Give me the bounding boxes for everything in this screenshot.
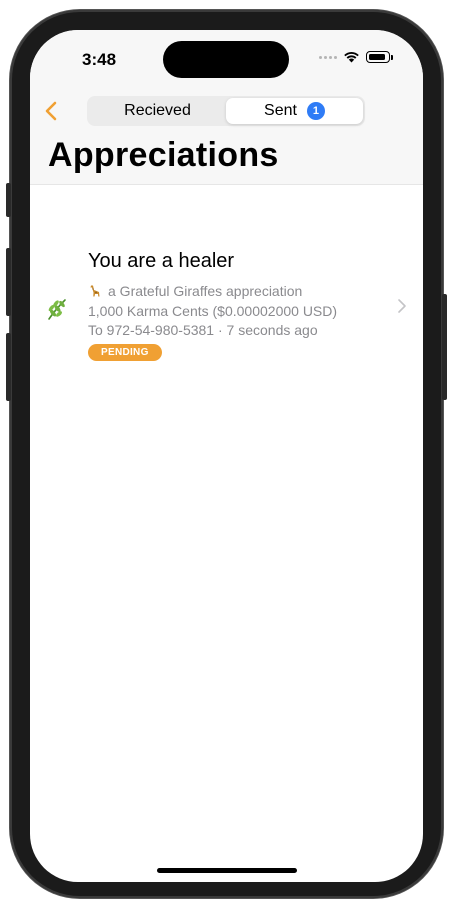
action-button: [6, 183, 11, 217]
battery-cap: [391, 54, 393, 60]
status-badge: PENDING: [88, 344, 162, 361]
screen: 3:48 Recieved Sent 1 Appreciations You a…: [30, 30, 423, 882]
status-time: 3:48: [82, 50, 117, 69]
appreciation-source: a Grateful Giraffes appreciation: [88, 283, 302, 299]
sent-count-badge: 1: [306, 102, 325, 120]
chevron-left-icon: [45, 101, 57, 121]
leaf-icon: [48, 299, 66, 320]
appreciation-list-item[interactable]: You are a healer a Grateful Giraffes app…: [30, 248, 423, 368]
dynamic-island: [163, 41, 289, 78]
appreciation-amount: 1,000 Karma Cents ($0.00002000 USD): [88, 303, 338, 319]
segment-sent[interactable]: Sent 1: [226, 98, 363, 124]
segment-sent-label: Sent: [264, 102, 297, 119]
back-button[interactable]: [40, 98, 62, 124]
chevron-right-icon: [398, 299, 406, 313]
home-indicator[interactable]: [157, 868, 297, 873]
power-button: [442, 294, 447, 400]
battery-icon: [366, 51, 390, 63]
appreciation-recipient: To 972-54-980-5381 · 7 seconds ago: [88, 322, 318, 338]
page-title: Appreciations: [48, 136, 279, 174]
wifi-icon: [344, 52, 359, 63]
appreciation-source-text: a Grateful Giraffes appreciation: [108, 283, 303, 299]
appreciation-title: You are a healer: [88, 250, 235, 272]
volume-up-button: [6, 248, 11, 316]
segment-received-label: Recieved: [124, 102, 191, 119]
navigation-header: 3:48 Recieved Sent 1 Appreciations: [30, 30, 423, 185]
cellular-signal-icon: [319, 55, 337, 59]
segmented-control: Recieved Sent 1: [87, 96, 365, 126]
status-icons: [319, 51, 393, 63]
giraffe-icon: [90, 285, 100, 297]
segment-received[interactable]: Recieved: [89, 98, 226, 124]
volume-down-button: [6, 333, 11, 401]
